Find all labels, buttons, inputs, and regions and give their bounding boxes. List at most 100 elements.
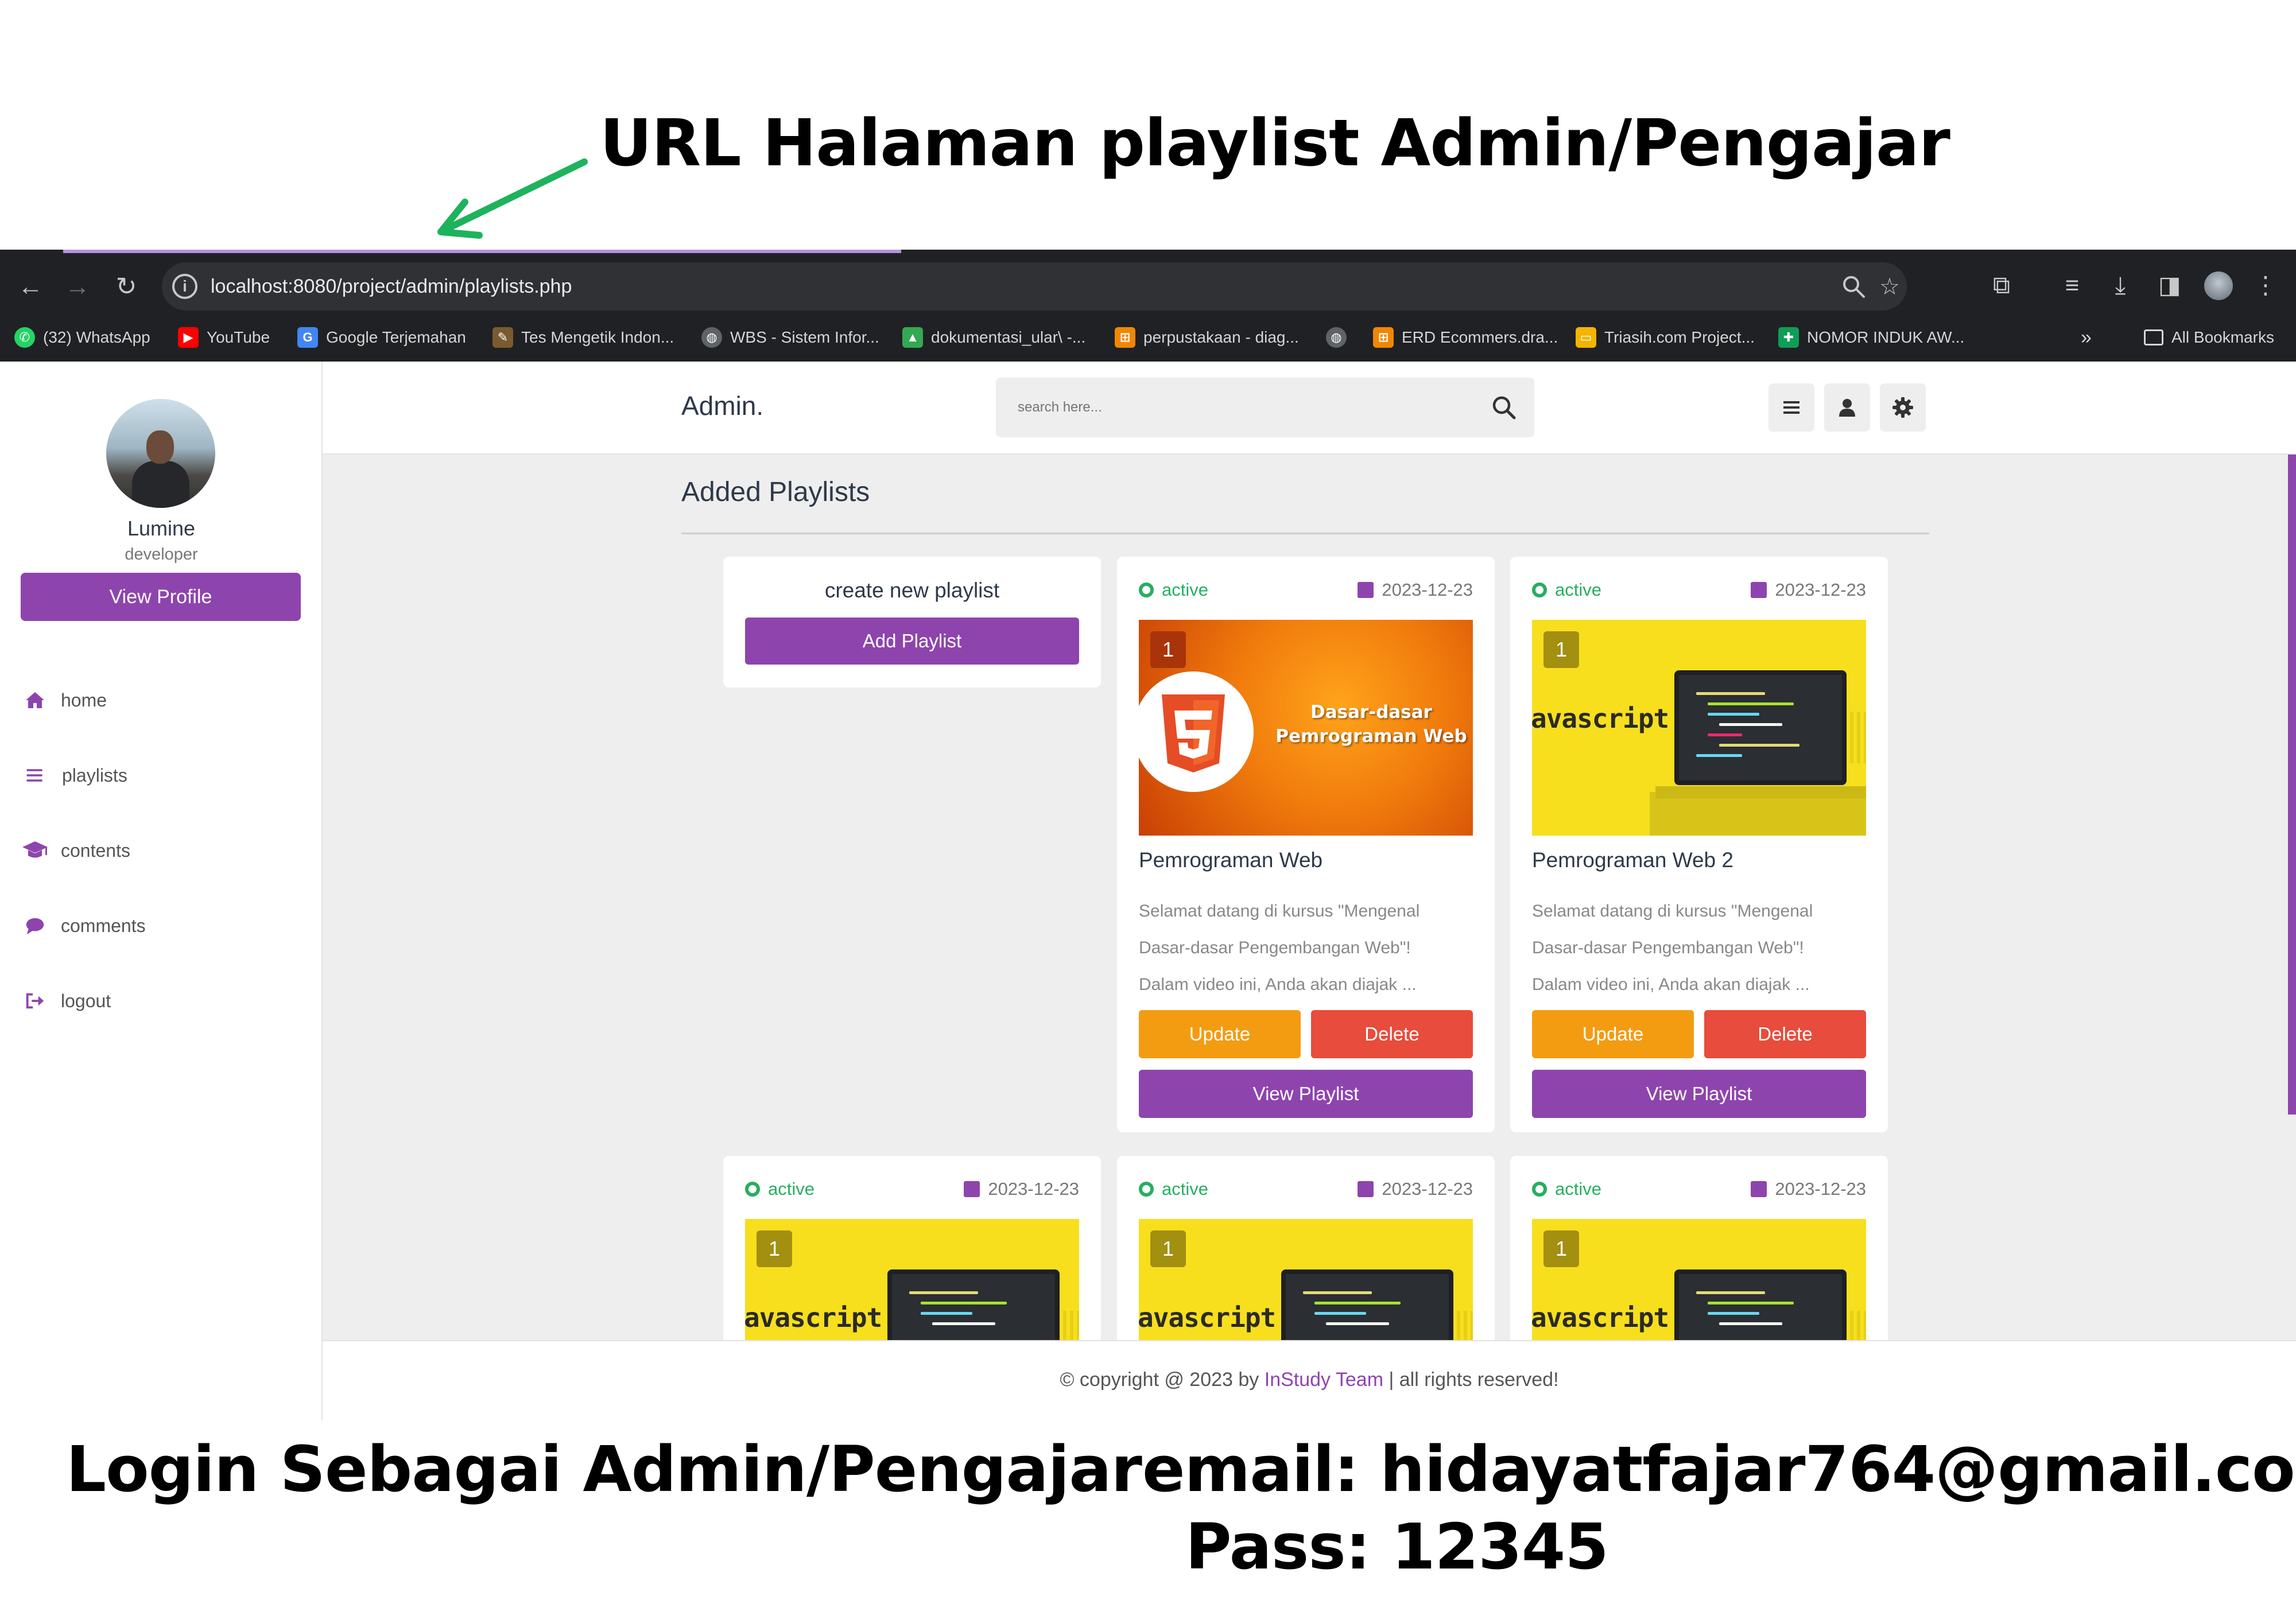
annotation-login-note: Login Sebagai Admin/Pengajar [66, 1432, 1142, 1506]
search-box [996, 378, 1534, 437]
address-bar[interactable]: i localhost:8080/project/admin/playlists… [162, 262, 1907, 310]
sidebar: Lumine developer View Profile home playl… [0, 362, 323, 1420]
calendar-icon [1751, 582, 1767, 598]
browser-window: ← → ↻ i localhost:8080/project/admin/pla… [0, 250, 2296, 1420]
address-url[interactable]: localhost:8080/project/admin/playlists.p… [211, 274, 572, 299]
bookmark-dokumentasi[interactable]: ▲ dokumentasi_ular\ -... [902, 324, 1085, 351]
page-title: Added Playlists [681, 477, 870, 507]
delete-button[interactable]: Delete [1311, 1010, 1473, 1058]
home-icon [26, 692, 44, 708]
extensions-icon[interactable]: ⧉ [1983, 267, 2020, 304]
video-count-badge: 1 [757, 1230, 792, 1267]
forward-icon[interactable]: → [57, 267, 98, 307]
logout-icon [26, 993, 44, 1009]
menu-button[interactable] [1768, 383, 1814, 432]
user-role: developer [125, 545, 198, 564]
annotation-email-note: email: hidayatfajar764@gmail.com [1142, 1432, 2296, 1506]
browser-menu-icon[interactable]: ⋮ [2247, 267, 2284, 304]
bookmark-triasih[interactable]: ▭ Triasih.com Project... [1576, 324, 1755, 351]
comment-icon [26, 918, 44, 935]
user-icon [1839, 399, 1855, 417]
thumbnail-word: avascript [1532, 1302, 1669, 1333]
bookmark-globe[interactable]: ◍ [1326, 324, 1355, 351]
add-playlist-button[interactable]: Add Playlist [745, 618, 1079, 665]
view-playlist-button[interactable]: View Playlist [1532, 1070, 1866, 1118]
bookmark-whatsapp[interactable]: ✆ (32) WhatsApp [14, 324, 150, 351]
bookmark-nomor-induk[interactable]: ✚ NOMOR INDUK AW... [1778, 324, 1964, 351]
playlist-date: 2023-12-23 [1358, 580, 1473, 600]
back-icon[interactable]: ← [10, 267, 51, 307]
calendar-icon [1358, 1181, 1374, 1197]
annotation-pass-note: Pass: 12345 [1185, 1510, 1609, 1583]
sidebar-item-comments[interactable]: comments [21, 908, 146, 943]
folder-icon [2144, 329, 2163, 345]
playlist-description: Selamat datang di kursus "Mengenal Dasar… [1139, 902, 1420, 994]
all-bookmarks[interactable]: All Bookmarks [2144, 324, 2274, 351]
browser-toolbar: ← → ↻ i localhost:8080/project/admin/pla… [0, 250, 2296, 362]
bookmark-wbs[interactable]: ◍ WBS - Sistem Infor... [701, 324, 879, 351]
status-badge: active [1139, 580, 1208, 600]
calendar-icon [964, 1181, 980, 1197]
reload-icon[interactable]: ↻ [106, 267, 146, 307]
browser-profile-avatar[interactable] [2204, 271, 2233, 300]
annotation-arrow-icon [437, 158, 588, 239]
playlist-date: 2023-12-23 [1358, 1179, 1473, 1199]
sidebar-item-playlists[interactable]: playlists [21, 758, 127, 793]
side-panel-icon[interactable]: ◨ [2151, 267, 2188, 304]
bookmarks-bar: ✆ (32) WhatsApp ▶ YouTube G Google Terjemah… [0, 317, 2296, 358]
active-dot-icon [1532, 1182, 1547, 1197]
zoom-icon[interactable] [1841, 274, 1866, 299]
view-profile-button[interactable]: View Profile [21, 573, 301, 621]
search-icon[interactable] [1490, 393, 1518, 422]
page-scrollbar[interactable] [2288, 455, 2296, 1115]
globe-icon: ◍ [1326, 327, 1347, 348]
update-button[interactable]: Update [1139, 1010, 1301, 1058]
user-button[interactable] [1824, 383, 1870, 432]
media-queue-icon[interactable]: ≡ [2054, 267, 2091, 304]
logo[interactable]: Admin. [681, 390, 763, 421]
status-badge: active [1532, 580, 1601, 600]
diagram-icon: ⊞ [1115, 327, 1135, 348]
bookmark-star-icon[interactable]: ☆ [1875, 273, 1904, 301]
settings-button[interactable] [1880, 383, 1926, 432]
annotation-title: URL Halaman playlist Admin/Pengajar [600, 106, 1950, 181]
status-badge: active [745, 1179, 815, 1199]
tab-loading-indicator [63, 250, 901, 253]
sidebar-item-contents[interactable]: contents [21, 833, 130, 868]
bookmark-youtube[interactable]: ▶ YouTube [178, 324, 270, 351]
playlist-description: Selamat datang di kursus "Mengenal Dasar… [1532, 902, 1813, 994]
active-dot-icon [745, 1182, 760, 1197]
sheets-icon: ✚ [1778, 327, 1799, 348]
playlist-thumbnail[interactable]: 1 Dasar-dasar Pemrograman Web [1139, 620, 1473, 836]
update-button[interactable]: Update [1532, 1010, 1694, 1058]
search-input[interactable] [1018, 396, 1454, 419]
heading-divider [681, 533, 1929, 534]
user-name: Lumine [127, 517, 196, 540]
google-translate-icon: G [297, 327, 318, 348]
bookmark-google-translate[interactable]: G Google Terjemahan [297, 324, 466, 351]
playlist-card: active 2023-12-23 1 Dasar-dasar Pemrogram… [1117, 557, 1495, 1132]
bookmark-erd[interactable]: ⊞ ERD Ecommers.dra... [1373, 324, 1558, 351]
site-info-icon[interactable]: i [172, 274, 197, 299]
playlist-title: Pemrograman Web [1139, 848, 1323, 872]
playlist-date: 2023-12-23 [1751, 1179, 1866, 1199]
footer-team-link[interactable]: InStudy Team [1265, 1369, 1383, 1391]
create-playlist-title: create new playlist [824, 578, 1000, 602]
sidebar-item-home[interactable]: home [21, 683, 107, 717]
bookmark-typing-test[interactable]: ✎ Tes Mengetik Indon... [492, 324, 674, 351]
playlist-thumbnail[interactable]: 1 avascript [1532, 620, 1866, 836]
avatar [106, 399, 215, 508]
whatsapp-icon: ✆ [14, 327, 35, 348]
sidebar-item-logout[interactable]: logout [21, 984, 111, 1018]
page-viewport: Lumine developer View Profile home playl… [0, 362, 2296, 1420]
download-icon[interactable]: ⤓ [2102, 267, 2139, 304]
youtube-icon: ▶ [178, 327, 199, 348]
thumbnail-word: avascript [745, 1302, 882, 1333]
delete-button[interactable]: Delete [1704, 1010, 1866, 1058]
playlist-date: 2023-12-23 [964, 1179, 1079, 1199]
view-playlist-button[interactable]: View Playlist [1139, 1070, 1473, 1118]
playlist-card: active 2023-12-23 1 avascript Pemrograma… [1510, 557, 1888, 1132]
bookmark-perpustakaan[interactable]: ⊞ perpustakaan - diag... [1115, 324, 1299, 351]
footer-copyright: © copyright @ 2023 by InStudy Team | all… [1060, 1369, 1559, 1391]
bookmarks-overflow-icon[interactable]: » [2081, 324, 2092, 351]
